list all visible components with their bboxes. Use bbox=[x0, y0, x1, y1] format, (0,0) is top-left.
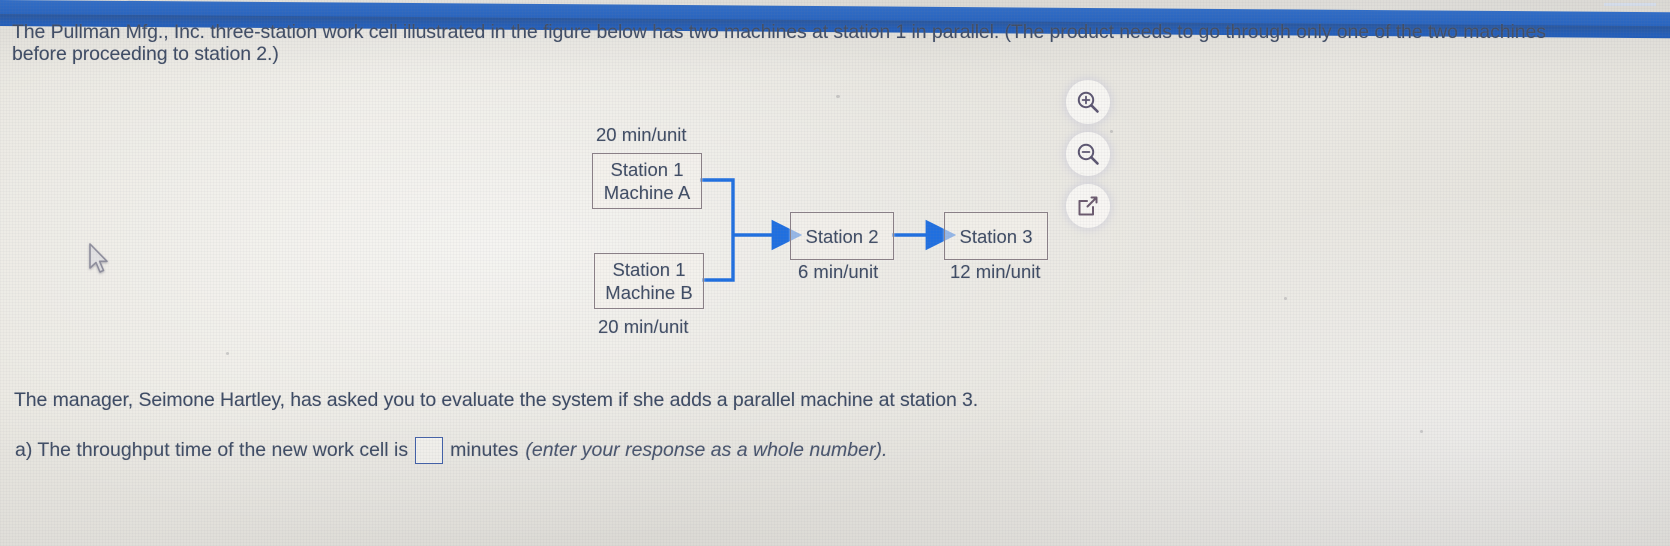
part-a-unit-label: minutes bbox=[450, 439, 519, 461]
dust-speck bbox=[1110, 130, 1113, 133]
rate-label-station1-machine-a: 20 min/unit bbox=[596, 124, 687, 145]
dust-speck bbox=[1420, 430, 1423, 433]
part-a-hint: (enter your response as a whole number). bbox=[525, 439, 888, 461]
part-a-answer-row: a) The throughput time of the new work c… bbox=[15, 437, 887, 464]
node-label-line1: Station 3 bbox=[959, 225, 1033, 247]
manager-question-line: The manager, Seimone Hartley, has asked … bbox=[14, 389, 979, 411]
diagram-node-station1-machine-a: Station 1 Machine A bbox=[592, 153, 702, 209]
node-label-line1: Station 1 bbox=[610, 159, 684, 180]
node-label-line2: Machine A bbox=[603, 182, 691, 203]
diagram-node-station1-machine-b: Station 1 Machine B bbox=[594, 253, 704, 309]
node-label-line2: Machine B bbox=[605, 282, 693, 303]
work-cell-diagram: Station 1 Machine A Station 1 Machine B … bbox=[0, 0, 1670, 546]
question-stem-line-2: before proceeding to station 2.) bbox=[12, 43, 279, 65]
rate-label-station2: 6 min/unit bbox=[798, 261, 879, 282]
magnifier-plus-icon bbox=[1077, 91, 1099, 113]
screenshot-page: The Pullman Mfg., Inc. three-station wor… bbox=[0, 0, 1670, 546]
rate-label-station1-machine-b: 20 min/unit bbox=[598, 316, 689, 337]
pop-out-button[interactable] bbox=[1066, 184, 1110, 228]
node-label-line1: Station 1 bbox=[612, 259, 686, 280]
dust-speck bbox=[1284, 297, 1287, 300]
external-link-icon bbox=[1078, 196, 1098, 216]
throughput-time-input[interactable] bbox=[415, 437, 444, 464]
magnifier-minus-icon bbox=[1077, 143, 1099, 165]
diagram-node-station2: Station 2 bbox=[790, 212, 894, 260]
zoom-in-button[interactable] bbox=[1066, 80, 1110, 124]
part-a-prompt: a) The throughput time of the new work c… bbox=[15, 439, 409, 461]
diagram-node-station3: Station 3 bbox=[944, 212, 1048, 260]
dust-speck bbox=[226, 352, 229, 355]
zoom-out-button[interactable] bbox=[1066, 132, 1110, 176]
mouse-cursor-icon bbox=[89, 243, 108, 273]
rate-label-station3: 12 min/unit bbox=[950, 261, 1041, 282]
node-label-line1: Station 2 bbox=[805, 225, 879, 247]
dust-speck bbox=[836, 95, 840, 98]
